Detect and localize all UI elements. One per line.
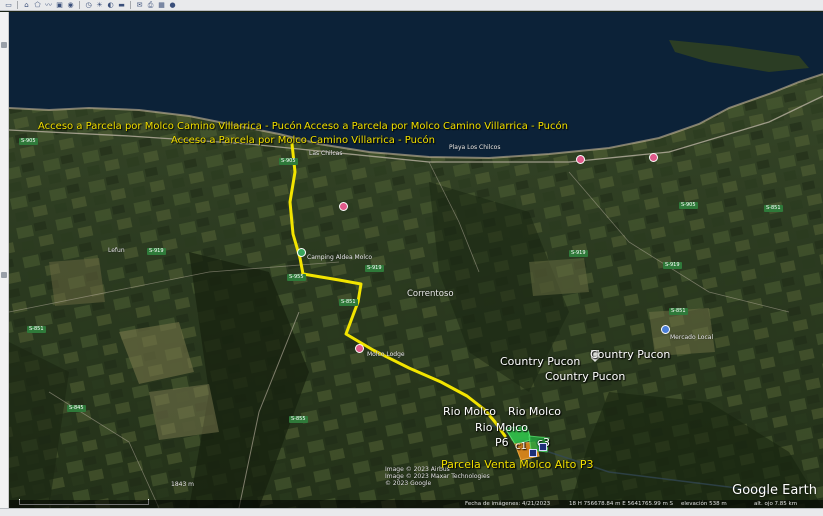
placemark-label[interactable]: Rio Molco — [475, 422, 528, 433]
lodge-pin-icon[interactable] — [355, 344, 364, 353]
road-number-badge: S-919 — [569, 250, 588, 257]
satellite-imagery — [9, 12, 823, 508]
road-number-badge: S-905 — [19, 138, 38, 145]
cursor-coordinates: 18 H 756678.84 m E 5641765.99 m S — [569, 501, 674, 507]
road-number-badge: S-919 — [365, 265, 384, 272]
place-label: Mercado Local — [670, 334, 714, 341]
print-icon[interactable]: ⎙ — [146, 1, 155, 9]
eye-altitude-readout: alt. ojo 7.85 km — [754, 501, 798, 507]
placemark-label[interactable]: Country Pucon — [545, 371, 625, 382]
road-number-badge: S-845 — [67, 405, 86, 412]
toolbar-separator — [79, 1, 80, 9]
road-number-badge: S-919 — [147, 248, 166, 255]
road-number-badge: S-955 — [287, 274, 306, 281]
left-sidebar-collapsed[interactable] — [0, 12, 9, 508]
placemark-label[interactable]: Country Pucon — [590, 349, 670, 360]
polygon-icon[interactable]: ⬠ — [33, 1, 42, 9]
road-number-badge: S-855 — [289, 416, 308, 423]
toolbar: ▭ ⌂ ⬠ 〰 ▣ ◉ ◷ ☀ ◐ ▬ ✉ ⎙ ▦ ● — [0, 0, 823, 11]
overlay-icon[interactable]: ▣ — [55, 1, 64, 9]
path-icon[interactable]: 〰 — [44, 1, 53, 9]
road-number-badge: S-851 — [339, 299, 358, 306]
placemark-label[interactable]: Rio Molco — [443, 406, 496, 417]
parcel-code-label[interactable]: P6 — [495, 437, 509, 448]
email-icon[interactable]: ✉ — [135, 1, 144, 9]
map-view[interactable]: Acceso a Parcela por Molco Camino Villar… — [9, 12, 823, 508]
maps-icon[interactable]: ● — [168, 1, 177, 9]
planets-icon[interactable]: ◐ — [106, 1, 115, 9]
placemark-label[interactable]: Rio Molco — [508, 406, 561, 417]
imagery-copyright: Image © 2023 Airbus Image © 2023 Maxar T… — [385, 466, 490, 488]
road-number-badge: S-905 — [279, 158, 298, 165]
sidebar-icon[interactable]: ▭ — [4, 1, 13, 9]
campground-pin-icon[interactable] — [297, 248, 306, 257]
placemark-icon[interactable]: ⌂ — [22, 1, 31, 9]
parcel-marker-icon[interactable] — [539, 443, 547, 451]
placemark-label[interactable]: Country Pucon — [500, 356, 580, 367]
road-number-badge: S-851 — [27, 326, 46, 333]
poi-pin-icon[interactable] — [576, 155, 585, 164]
road-number-badge: S-919 — [663, 262, 682, 269]
imagery-date: Fecha de imágenes: 4/21/2023 — [465, 501, 551, 507]
sidebar-handle-icon[interactable] — [1, 272, 7, 278]
road-number-badge: S-905 — [679, 202, 698, 209]
history-icon[interactable]: ◷ — [84, 1, 93, 9]
save-image-icon[interactable]: ▦ — [157, 1, 166, 9]
window-bottom-bar — [0, 508, 823, 516]
place-label: Lefun — [108, 247, 125, 254]
road-number-badge: S-851 — [669, 308, 688, 315]
scale-label: 1843 m — [171, 481, 195, 488]
access-route-label[interactable]: Acceso a Parcela por Molco Camino Villar… — [171, 136, 435, 146]
access-route-label[interactable]: Acceso a Parcela por Molco Camino Villar… — [304, 122, 568, 132]
road-number-badge: S-851 — [764, 205, 783, 212]
elevation-readout: elevación 538 m — [681, 501, 727, 507]
place-label: Correntoso — [407, 289, 454, 299]
copyright-line: © 2023 Google — [385, 479, 432, 487]
place-label: Playa Los Chilcos — [449, 144, 501, 151]
poi-pin-icon[interactable] — [339, 202, 348, 211]
parcel-marker-icon[interactable] — [529, 449, 537, 457]
place-label: Camping Aldea Molco — [307, 254, 373, 261]
market-pin-icon[interactable] — [661, 325, 670, 334]
sun-icon[interactable]: ☀ — [95, 1, 104, 9]
ruler-icon[interactable]: ▬ — [117, 1, 126, 9]
place-label: Molco Lodge — [367, 351, 405, 358]
tour-icon[interactable]: ◉ — [66, 1, 75, 9]
place-label: Las Chilcas — [309, 150, 343, 157]
sidebar-handle-icon[interactable] — [1, 42, 7, 48]
toolbar-separator — [17, 1, 18, 9]
status-bar: Fecha de imágenes: 4/21/2023 18 H 756678… — [9, 500, 823, 508]
google-earth-logo: Google Earth — [732, 483, 817, 498]
access-route-label[interactable]: Acceso a Parcela por Molco Camino Villar… — [38, 122, 302, 132]
toolbar-separator — [130, 1, 131, 9]
parcel-code-label[interactable]: c1 — [515, 442, 527, 452]
poi-pin-icon[interactable] — [649, 153, 658, 162]
